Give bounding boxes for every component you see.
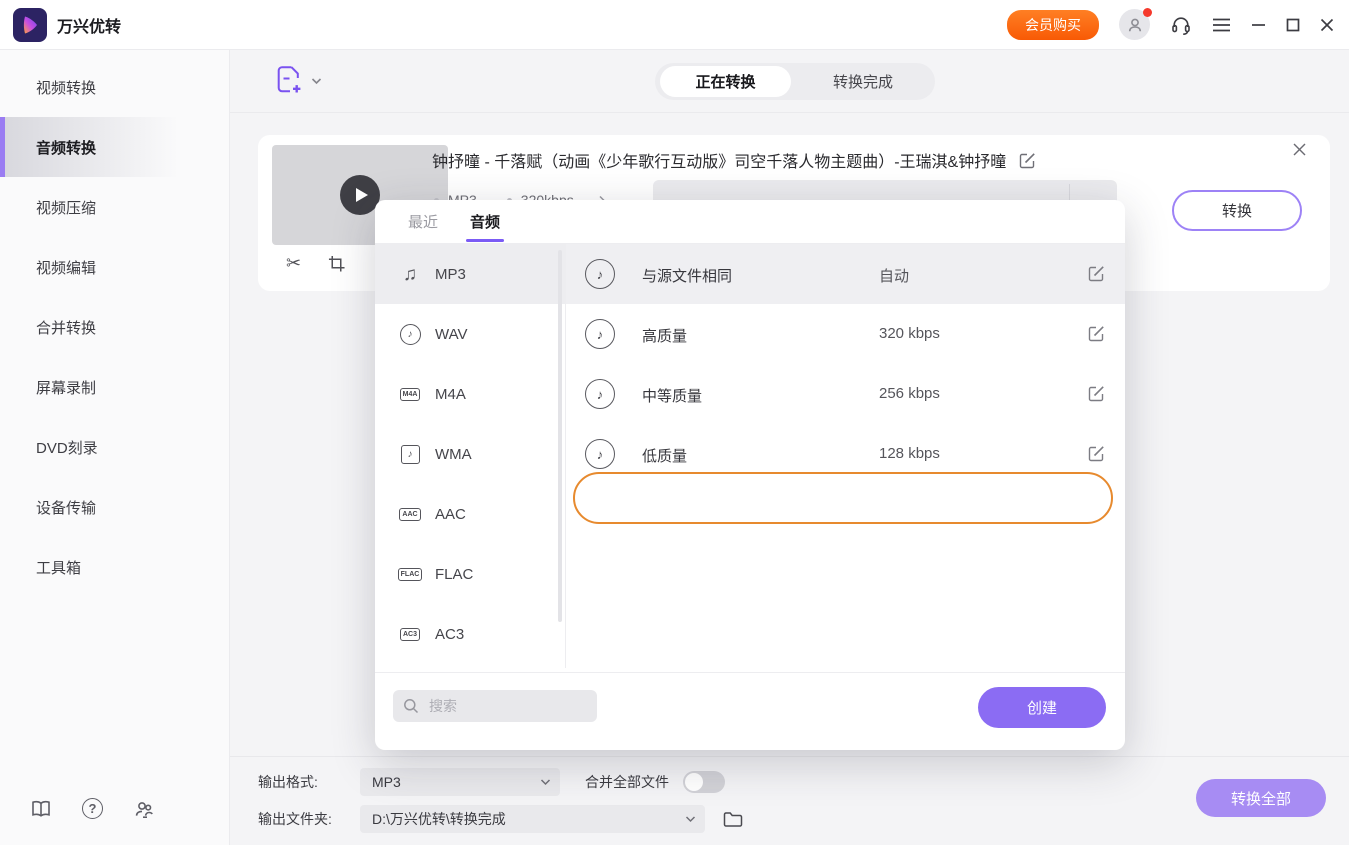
quality-row-high[interactable]: ♪ 高质量 320 kbps — [566, 304, 1125, 364]
crop-icon[interactable] — [328, 255, 345, 272]
format-item-m4a[interactable]: M4A M4A — [375, 364, 565, 424]
audio-note-icon: ♪ — [585, 439, 615, 469]
quality-list: ♪ 与源文件相同 自动 ♪ 高质量 320 kbps — [566, 244, 1125, 484]
search-icon — [403, 698, 419, 714]
output-format-label: 输出格式: — [258, 772, 360, 792]
format-item-aac[interactable]: AAC AAC — [375, 484, 565, 544]
trim-scissors-icon[interactable]: ✂ — [286, 254, 301, 272]
output-settings-bar: 输出格式: MP3 合并全部文件 输出文件夹: D:\万兴优转\转换完成 — [230, 756, 1349, 845]
format-list: ♫ MP3 ♪ WAV M4A M4A ♪ WMA AAC AAC FLAC F… — [375, 244, 565, 664]
app-logo-icon — [13, 8, 47, 42]
popup-tab-audio[interactable]: 音频 — [470, 211, 500, 242]
edit-preset-icon[interactable] — [1088, 385, 1105, 402]
app-title: 万兴优转 — [57, 13, 121, 37]
audio-note-icon: ♪ — [585, 379, 615, 409]
support-headset-icon[interactable] — [1170, 14, 1192, 36]
notification-dot — [1143, 8, 1152, 17]
task-title: 钟抒曈 - 千落赋（动画《少年歌行互动版》司空千落人物主题曲）-王瑞淇&钟抒曈 — [432, 148, 1006, 172]
music-notes-icon: ♫ — [395, 265, 425, 284]
sidebar-item-merge-convert[interactable]: 合并转换 — [0, 297, 229, 357]
sidebar-item-screen-record[interactable]: 屏幕录制 — [0, 357, 229, 417]
title-bar: 万兴优转 会员购买 — [0, 0, 1349, 50]
output-format-dropdown[interactable]: MP3 — [360, 768, 560, 796]
chevron-down-icon — [540, 778, 551, 786]
sidebar: 视频转换 音频转换 视频压缩 视频编辑 合并转换 屏幕录制 DVD刻录 设备传输… — [0, 50, 230, 845]
tab-finished[interactable]: 转换完成 — [791, 71, 935, 92]
community-icon[interactable] — [133, 799, 155, 819]
rename-edit-icon[interactable] — [1019, 152, 1036, 169]
add-file-button[interactable] — [277, 66, 322, 95]
format-item-flac[interactable]: FLAC FLAC — [375, 544, 565, 604]
chevron-down-icon — [685, 815, 696, 823]
edit-preset-icon[interactable] — [1088, 445, 1105, 462]
convert-button[interactable]: 转换 — [1172, 190, 1302, 231]
add-file-icon — [277, 66, 302, 95]
sidebar-item-audio-convert[interactable]: 音频转换 — [0, 117, 229, 177]
disc-note-icon: ♪ — [395, 324, 425, 345]
sidebar-item-toolbox[interactable]: 工具箱 — [0, 537, 229, 597]
format-item-wma[interactable]: ♪ WMA — [375, 424, 565, 484]
audio-note-icon: ♪ — [585, 259, 615, 289]
play-icon[interactable] — [340, 175, 380, 215]
format-picker-popup: 最近 音频 ♫ MP3 ♪ WAV M4A M4A ♪ WMA A — [375, 200, 1125, 750]
sidebar-item-video-edit[interactable]: 视频编辑 — [0, 237, 229, 297]
convert-status-tabs: 正在转换 转换完成 — [655, 63, 935, 100]
merge-all-toggle[interactable] — [683, 771, 725, 793]
tab-converting[interactable]: 正在转换 — [660, 66, 791, 97]
minimize-button[interactable] — [1251, 18, 1266, 32]
chevron-down-icon — [311, 77, 322, 85]
audio-note-icon: ♪ — [585, 319, 615, 349]
user-avatar[interactable] — [1119, 9, 1150, 40]
format-item-wav[interactable]: ♪ WAV — [375, 304, 565, 364]
flac-badge-icon: FLAC — [395, 568, 425, 581]
search-box — [393, 690, 597, 722]
menu-icon[interactable] — [1212, 18, 1231, 32]
square-note-icon: ♪ — [395, 445, 425, 464]
sidebar-item-dvd-burn[interactable]: DVD刻录 — [0, 417, 229, 477]
scrollbar[interactable] — [558, 250, 562, 622]
quality-row-medium[interactable]: ♪ 中等质量 256 kbps — [566, 364, 1125, 424]
output-folder-dropdown[interactable]: D:\万兴优转\转换完成 — [360, 805, 705, 833]
search-input[interactable] — [427, 697, 577, 715]
edit-preset-icon[interactable] — [1088, 325, 1105, 342]
sidebar-item-device-transfer[interactable]: 设备传输 — [0, 477, 229, 537]
help-icon[interactable]: ? — [82, 798, 103, 819]
ac3-badge-icon: AC3 — [395, 628, 425, 641]
app-window: 万兴优转 会员购买 — [0, 0, 1349, 845]
main-toolbar: 正在转换 转换完成 — [230, 50, 1349, 113]
m4a-badge-icon: M4A — [395, 388, 425, 401]
remove-task-icon[interactable] — [1293, 143, 1306, 156]
sidebar-item-video-compress[interactable]: 视频压缩 — [0, 177, 229, 237]
quality-row-low[interactable]: ♪ 低质量 128 kbps — [566, 424, 1125, 484]
sidebar-item-video-convert[interactable]: 视频转换 — [0, 57, 229, 117]
popup-tab-recent[interactable]: 最近 — [408, 211, 438, 242]
quality-row-same-as-source[interactable]: ♪ 与源文件相同 自动 — [566, 244, 1125, 304]
format-item-ac3[interactable]: AC3 AC3 — [375, 604, 565, 664]
output-folder-label: 输出文件夹: — [258, 809, 360, 829]
close-window-button[interactable] — [1320, 18, 1334, 32]
edit-preset-icon[interactable] — [1088, 265, 1105, 282]
create-preset-button[interactable]: 创建 — [978, 687, 1106, 728]
open-folder-icon[interactable] — [723, 811, 743, 828]
format-item-mp3[interactable]: ♫ MP3 — [375, 244, 565, 304]
convert-all-button[interactable]: 转换全部 — [1196, 779, 1326, 817]
divider — [375, 672, 1125, 673]
merge-all-label: 合并全部文件 — [585, 772, 669, 792]
buy-membership-button[interactable]: 会员购买 — [1007, 10, 1099, 40]
aac-badge-icon: AAC — [395, 508, 425, 521]
maximize-button[interactable] — [1286, 18, 1300, 32]
guide-book-icon[interactable] — [30, 799, 52, 818]
